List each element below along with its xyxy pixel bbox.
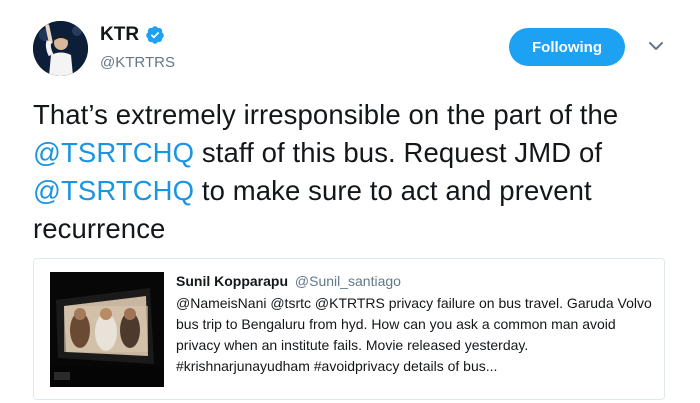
quoted-author-name[interactable]: Sunil Kopparapu [176, 273, 288, 289]
avatar-image [33, 21, 88, 76]
quoted-tweet-header: Sunil Kopparapu @Sunil_santiago [176, 271, 656, 291]
quoted-tweet-body: Sunil Kopparapu @Sunil_santiago @NameisN… [176, 271, 656, 377]
author-name-row[interactable]: KTR [100, 24, 165, 46]
mention-link[interactable]: @TSRTCHQ [33, 175, 194, 206]
tweet-header: KTR @KTRTRS Following [0, 0, 700, 90]
author-handle[interactable]: @KTRTRS [100, 54, 175, 71]
mention-link[interactable]: @TSRTCHQ [33, 137, 194, 168]
avatar[interactable] [33, 21, 88, 76]
quoted-tweet-card[interactable]: Sunil Kopparapu @Sunil_santiago @NameisN… [33, 258, 665, 400]
quoted-author-handle[interactable]: @Sunil_santiago [295, 273, 401, 289]
tweet-text: That’s extremely irresponsible on the pa… [33, 96, 683, 248]
quoted-tweet-media[interactable] [50, 272, 164, 387]
bus-video-screen-thumbnail [50, 272, 164, 387]
author-name[interactable]: KTR [100, 24, 139, 46]
chevron-down-icon[interactable] [648, 40, 664, 52]
tweet-text-segment: That’s extremely irresponsible on the pa… [33, 99, 619, 130]
quoted-tweet-text: @NameisNani @tsrtc @KTRTRS privacy failu… [176, 295, 652, 374]
tweet-text-segment: staff of this bus. Request JMD of [194, 137, 603, 168]
verified-badge-icon [146, 26, 164, 44]
following-button[interactable]: Following [509, 28, 625, 66]
